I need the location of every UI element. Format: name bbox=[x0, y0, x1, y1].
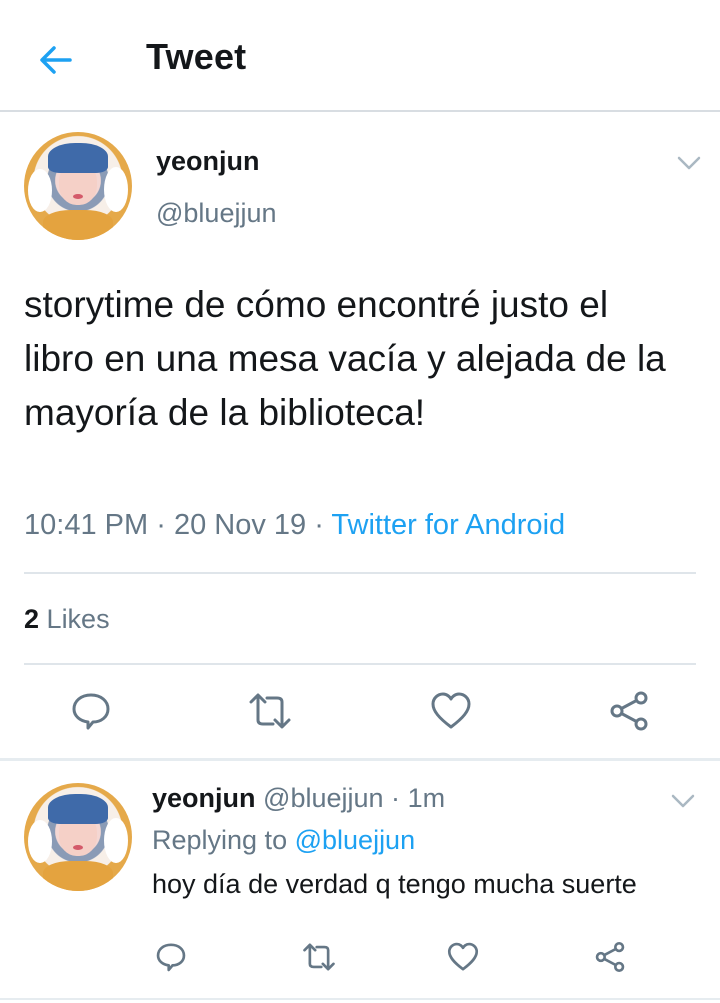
divider bbox=[0, 998, 720, 1000]
likes-number: 2 bbox=[24, 604, 40, 634]
replying-to: Replying to @bluejjun bbox=[152, 825, 415, 856]
replying-label: Replying to bbox=[152, 825, 288, 855]
separator: · bbox=[314, 509, 324, 541]
tweet-source-link[interactable]: Twitter for Android bbox=[331, 509, 565, 541]
share-button[interactable] bbox=[608, 690, 650, 732]
author-handle[interactable]: @bluejjun bbox=[156, 198, 277, 229]
avatar[interactable] bbox=[24, 783, 132, 891]
top-app-bar: Tweet bbox=[0, 0, 720, 112]
separator: · bbox=[391, 783, 401, 813]
likes-count[interactable]: 2 Likes bbox=[24, 604, 110, 635]
share-icon bbox=[595, 941, 625, 973]
divider bbox=[0, 758, 720, 761]
tweet-metadata: 10:41 PM · 20 Nov 19 · Twitter for Andro… bbox=[24, 509, 565, 542]
reply-icon bbox=[156, 943, 186, 972]
retweet-icon bbox=[303, 943, 335, 971]
like-icon bbox=[447, 942, 479, 971]
share-button[interactable] bbox=[594, 941, 626, 973]
page-title: Tweet bbox=[146, 36, 247, 77]
likes-label: Likes bbox=[46, 604, 110, 634]
like-button[interactable] bbox=[447, 941, 479, 973]
reply-text: hoy día de verdad q tengo mucha suerte bbox=[152, 869, 637, 899]
separator: · bbox=[156, 509, 166, 541]
back-button[interactable] bbox=[32, 36, 80, 84]
divider bbox=[24, 572, 696, 574]
author-name[interactable]: yeonjun bbox=[156, 146, 260, 177]
chevron-down-icon[interactable] bbox=[676, 154, 702, 172]
reply-icon bbox=[72, 693, 110, 730]
reply-button[interactable] bbox=[155, 941, 187, 973]
reply-header: yeonjun @bluejjun · 1m bbox=[152, 783, 445, 814]
reply-button[interactable] bbox=[70, 690, 112, 732]
tweet-text: storytime de cómo encontré justo el libr… bbox=[24, 284, 666, 433]
retweet-icon bbox=[249, 693, 291, 729]
reply-author-handle[interactable]: @bluejjun bbox=[263, 783, 384, 813]
back-arrow-icon bbox=[40, 46, 72, 74]
avatar[interactable] bbox=[24, 132, 132, 240]
tweet-date: 20 Nov 19 bbox=[173, 509, 307, 541]
divider bbox=[24, 663, 696, 665]
tweet-time: 10:41 PM bbox=[24, 509, 149, 541]
like-button[interactable] bbox=[430, 690, 472, 732]
chevron-down-icon[interactable] bbox=[670, 792, 696, 810]
reply-author-name[interactable]: yeonjun bbox=[152, 783, 256, 813]
retweet-button[interactable] bbox=[301, 941, 337, 973]
reply-age: 1m bbox=[407, 783, 446, 813]
share-icon bbox=[610, 691, 648, 731]
replying-to-handle[interactable]: @bluejjun bbox=[295, 825, 416, 855]
retweet-button[interactable] bbox=[247, 690, 293, 732]
like-icon bbox=[431, 692, 471, 729]
